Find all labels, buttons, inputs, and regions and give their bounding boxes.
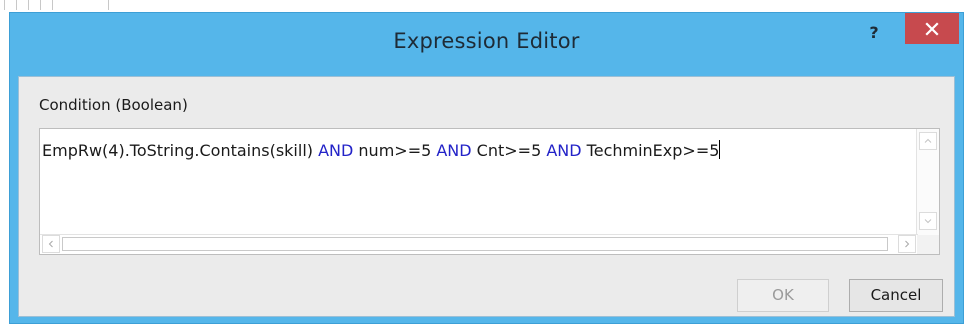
dialog-title: Expression Editor xyxy=(393,29,580,53)
expression-keyword: AND xyxy=(546,141,582,160)
expression-token: Cnt>=5 xyxy=(471,141,547,160)
scroll-down-button[interactable] xyxy=(919,212,937,230)
cancel-button[interactable]: Cancel xyxy=(849,279,943,312)
background-tick xyxy=(108,0,109,10)
expression-editor-dialog: Expression Editor ? Condition (Boolean) … xyxy=(9,12,964,324)
horizontal-scrollbar[interactable] xyxy=(40,234,918,254)
expression-keyword: AND xyxy=(436,141,472,160)
close-icon xyxy=(925,22,939,36)
horizontal-scroll-thumb[interactable] xyxy=(62,237,888,251)
expression-text-area[interactable]: EmpRw(4).ToString.Contains(skill) AND nu… xyxy=(39,128,940,255)
scroll-right-button[interactable] xyxy=(898,235,916,253)
background-tick xyxy=(28,0,29,10)
background-strip xyxy=(0,0,975,12)
close-button[interactable] xyxy=(905,13,959,44)
ok-button[interactable]: OK xyxy=(737,279,829,312)
chevron-left-icon xyxy=(48,240,53,248)
background-tick xyxy=(16,0,17,10)
background-tick xyxy=(40,0,41,10)
scroll-up-button[interactable] xyxy=(919,132,937,150)
text-caret xyxy=(719,140,721,159)
background-tick xyxy=(52,0,53,10)
expression-text[interactable]: EmpRw(4).ToString.Contains(skill) AND nu… xyxy=(42,140,721,160)
condition-label: Condition (Boolean) xyxy=(39,96,188,114)
screen: Expression Editor ? Condition (Boolean) … xyxy=(0,0,975,327)
expression-token: TechminExp>=5 xyxy=(581,141,720,160)
title-bar[interactable]: Expression Editor ? xyxy=(10,13,963,76)
expression-token: EmpRw(4).ToString.Contains(skill) xyxy=(42,141,319,160)
dialog-body: Condition (Boolean) EmpRw(4).ToString.Co… xyxy=(18,76,955,317)
chevron-up-icon xyxy=(924,138,932,143)
scroll-left-button[interactable] xyxy=(42,235,60,253)
vertical-scrollbar[interactable] xyxy=(916,129,939,237)
scrollbar-corner xyxy=(917,235,939,254)
chevron-right-icon xyxy=(905,240,910,248)
expression-token: num>=5 xyxy=(353,141,437,160)
expression-keyword: AND xyxy=(318,141,354,160)
background-tick xyxy=(4,0,5,10)
chevron-down-icon xyxy=(924,219,932,224)
help-button[interactable]: ? xyxy=(859,17,889,49)
